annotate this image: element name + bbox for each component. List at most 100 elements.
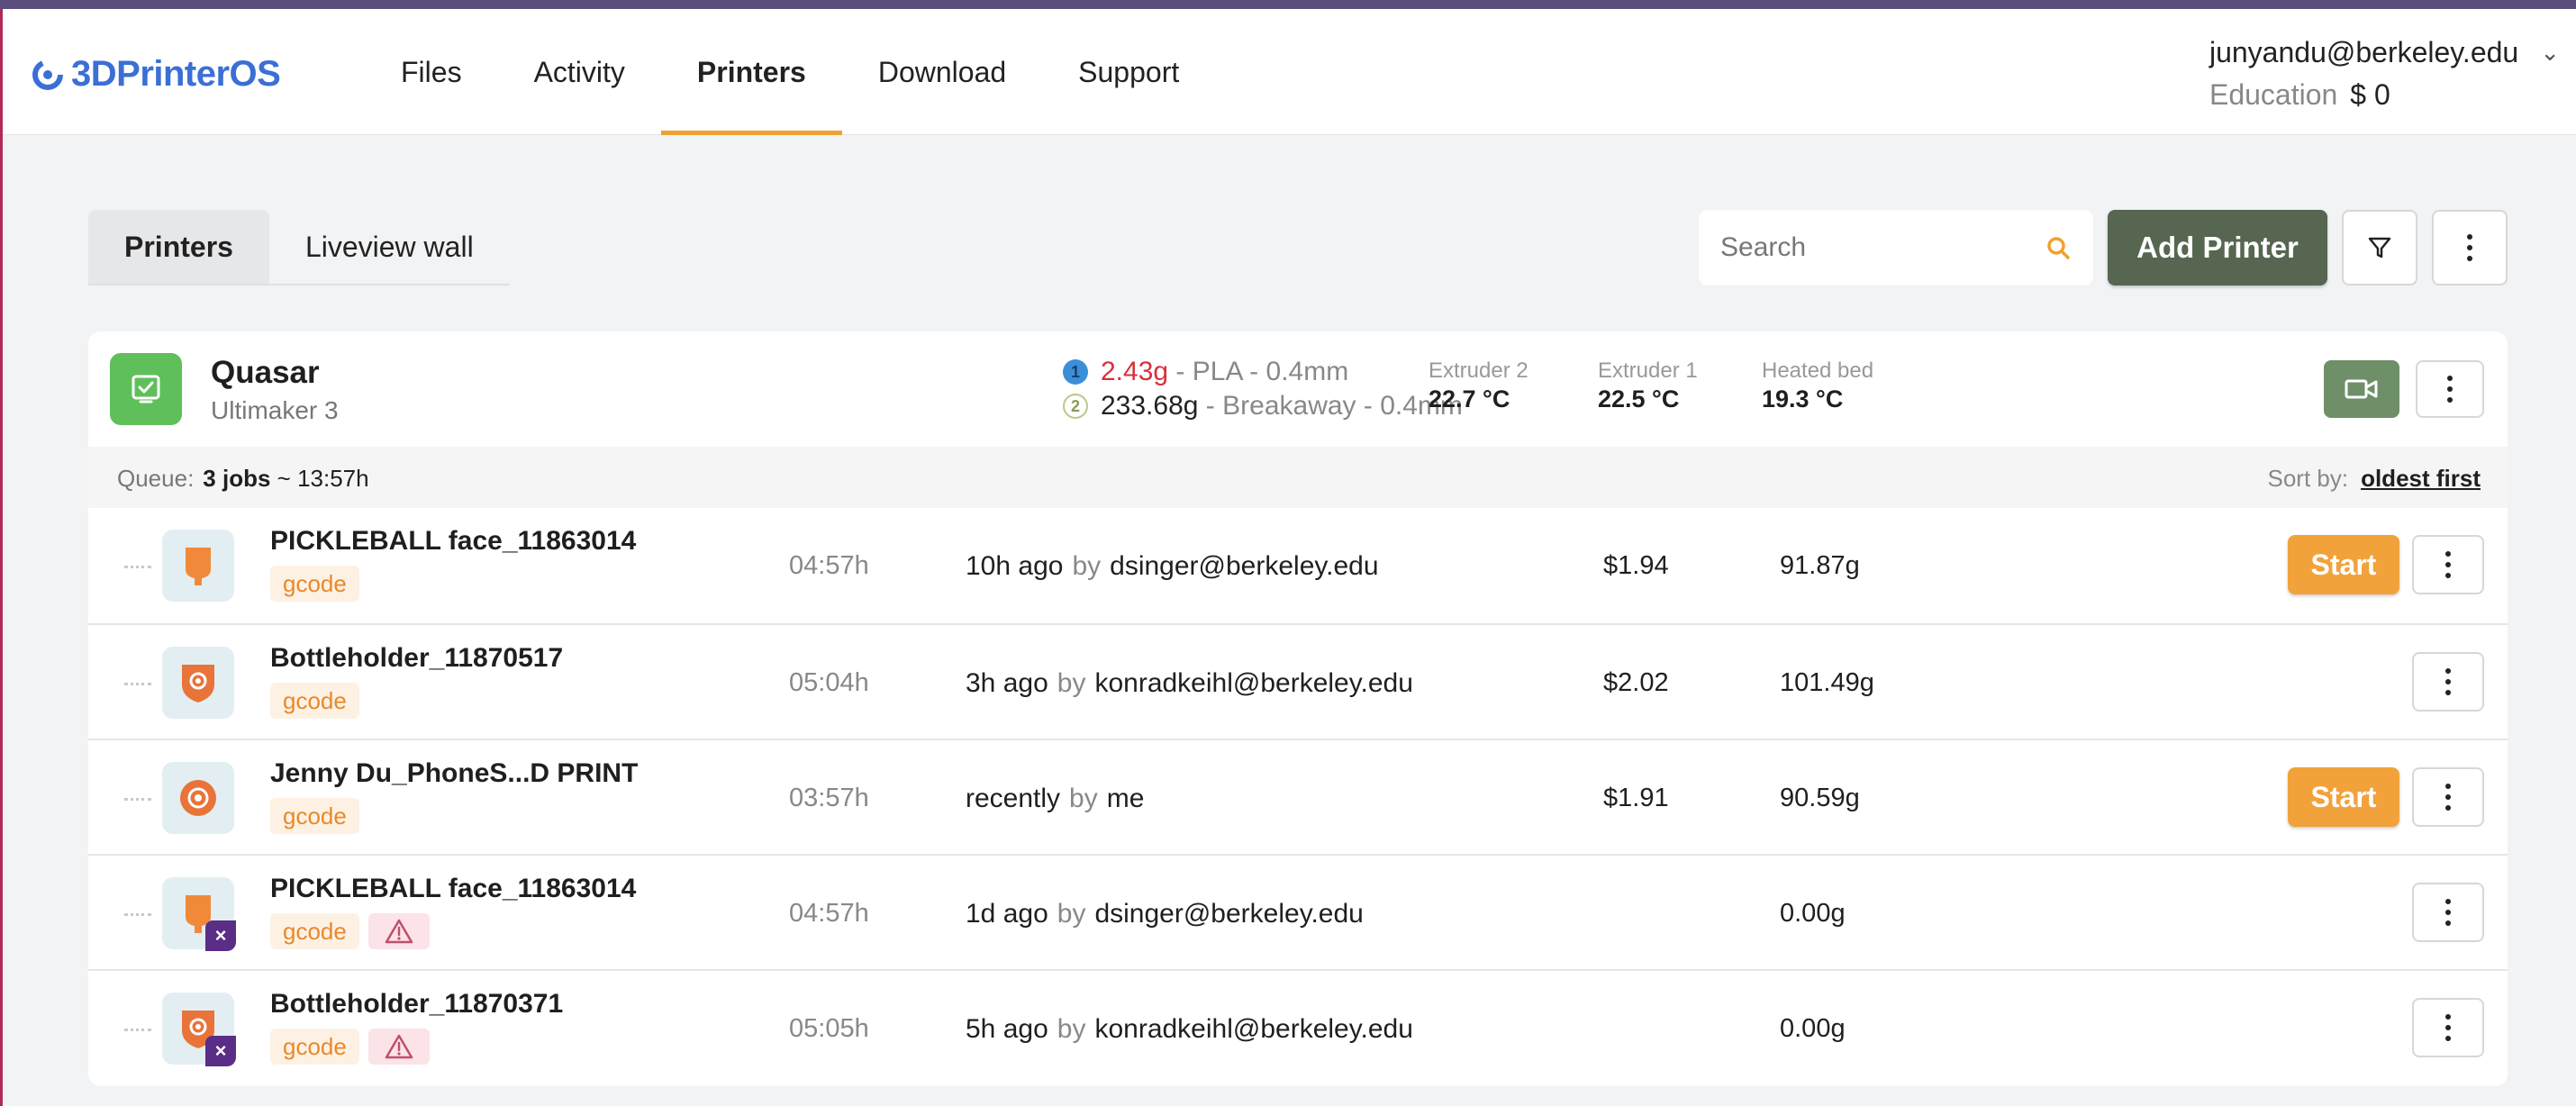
job-owner: me [1106,784,1145,813]
nav-printers[interactable]: Printers [660,9,842,135]
printer-more-button[interactable] [2416,360,2484,418]
printer-header[interactable]: Quasar Ultimaker 3 1 2.43g - PLA - 0.4mm… [88,331,2508,447]
job-row-1[interactable]: PICKLEBALL face_11863014 gcode 04:57h 10… [88,508,2508,623]
slot-number: 2 [1063,394,1088,419]
job-more-button[interactable] [2412,652,2484,712]
window-edge [0,9,3,1106]
material-weight: 2.43g [1101,357,1169,386]
job-name: Bottleholder_11870371 [270,989,564,1019]
filter-button[interactable] [2342,210,2417,286]
queue-total-time: ~ 13:57h [277,465,369,492]
queue-sort: Sort by: oldest first [2267,465,2481,492]
job-cost: $2.02 [1603,668,1669,697]
job-more-button[interactable] [2412,535,2484,594]
user-menu[interactable]: junyandu@berkeley.edu ⌄ Education $ 0 [2209,36,2560,112]
more-vertical-icon [2444,899,2452,926]
camera-button[interactable] [2324,360,2399,418]
printer-name: Quasar [211,355,320,390]
user-email: junyandu@berkeley.edu [2209,36,2519,68]
more-options-button[interactable] [2432,210,2508,286]
tree-connector [124,798,151,801]
tree-connector [124,913,151,916]
job-cost: $1.91 [1603,784,1669,812]
job-name: PICKLEBALL face_11863014 [270,526,637,556]
job-tags: gcode [270,913,430,949]
main-nav: Files Activity Printers Download Support [365,9,1215,135]
material-type: Breakaway [1222,391,1356,421]
more-vertical-icon [2444,668,2452,695]
job-time-ago: recently [966,784,1061,813]
job-submitted: 5h ago by konradkeihl@berkeley.edu [966,1014,1413,1044]
job-row-2[interactable]: Bottleholder_11870517 gcode 05:04h 3h ag… [88,623,2508,739]
add-printer-button[interactable]: Add Printer [2108,210,2327,286]
queue-summary: Queue: 3 jobs ~ 13:57h [117,465,369,492]
job-owner: konradkeihl@berkeley.edu [1094,668,1413,698]
job-duration: 04:57h [789,899,869,928]
job-weight: 90.59g [1780,784,1860,812]
filter-icon [2368,237,2391,258]
printer-model: Ultimaker 3 [211,396,339,424]
app-logo[interactable]: 3DPrinterOS [30,54,281,95]
queue-job-count: 3 jobs [203,465,271,492]
failed-badge-icon: × [205,920,236,951]
file-type-tag: gcode [270,913,359,949]
warning-tag[interactable] [367,1029,430,1065]
nav-download[interactable]: Download [842,9,1042,135]
more-vertical-icon [2444,784,2452,811]
job-thumbnail: × [162,993,236,1066]
top-accent-bar [0,0,2576,9]
job-tags: gcode [270,683,359,719]
app-name: 3DPrinterOS [71,54,281,94]
tab-printers[interactable]: Printers [88,210,269,284]
more-vertical-icon [2446,376,2454,403]
job-duration: 04:57h [789,551,869,580]
search-input[interactable] [1720,232,2018,263]
job-row-4[interactable]: × PICKLEBALL face_11863014 gcode 04:57h … [88,854,2508,969]
job-row-5[interactable]: × Bottleholder_11870371 gcode 05:05h 5h … [88,969,2508,1084]
search-icon[interactable] [2045,234,2072,261]
failed-badge-icon: × [205,1036,236,1066]
material-type: PLA [1192,357,1242,386]
tree-connector [124,683,151,685]
job-tags: gcode [270,566,359,602]
search-box [1699,210,2093,286]
job-submitted: recently by me [966,784,1145,813]
job-more-button[interactable] [2412,998,2484,1057]
job-row-3[interactable]: Jenny Du_PhoneS...D PRINT gcode 03:57h r… [88,739,2508,854]
more-vertical-icon [2466,234,2473,261]
job-submitted: 1d ago by dsinger@berkeley.edu [966,899,1364,929]
temp-heated-bed: Heated bed 19.3 °C [1762,358,1874,412]
job-tags: gcode [270,1029,430,1065]
job-owner: konradkeihl@berkeley.edu [1094,1014,1413,1044]
nav-files[interactable]: Files [365,9,498,135]
warning-tag[interactable] [367,913,430,949]
file-type-tag: gcode [270,798,359,834]
queue-bar: Queue: 3 jobs ~ 13:57h Sort by: oldest fir… [88,447,2508,508]
job-weight: 101.49g [1780,668,1874,697]
start-job-button[interactable]: Start [2288,767,2399,827]
tab-liveview-wall[interactable]: Liveview wall [269,210,510,284]
temp-extruder-1: Extruder 1 22.5 °C [1598,358,1698,412]
file-type-tag: gcode [270,1029,359,1065]
job-time-ago: 1d ago [966,899,1048,929]
job-more-button[interactable] [2412,767,2484,827]
warning-icon [385,919,413,944]
slot-number: 1 [1063,359,1088,385]
nozzle-size: 0.4mm [1265,357,1349,386]
job-more-button[interactable] [2412,883,2484,942]
job-weight: 91.87g [1780,551,1860,580]
sort-order-link[interactable]: oldest first [2361,465,2481,492]
start-job-button[interactable]: Start [2288,535,2399,594]
printer-card: Quasar Ultimaker 3 1 2.43g - PLA - 0.4mm… [88,331,2508,1086]
job-duration: 05:04h [789,668,869,697]
tree-connector [124,1029,151,1031]
warning-icon [385,1034,413,1059]
bottleholder-model-icon [182,665,214,703]
nav-activity[interactable]: Activity [498,9,661,135]
user-balance: $ 0 [2350,78,2390,111]
chevron-down-icon[interactable]: ⌄ [2540,39,2560,67]
tree-connector [124,566,151,568]
job-time-ago: 10h ago [966,551,1064,581]
job-thumbnail [162,530,234,602]
nav-support[interactable]: Support [1042,9,1215,135]
